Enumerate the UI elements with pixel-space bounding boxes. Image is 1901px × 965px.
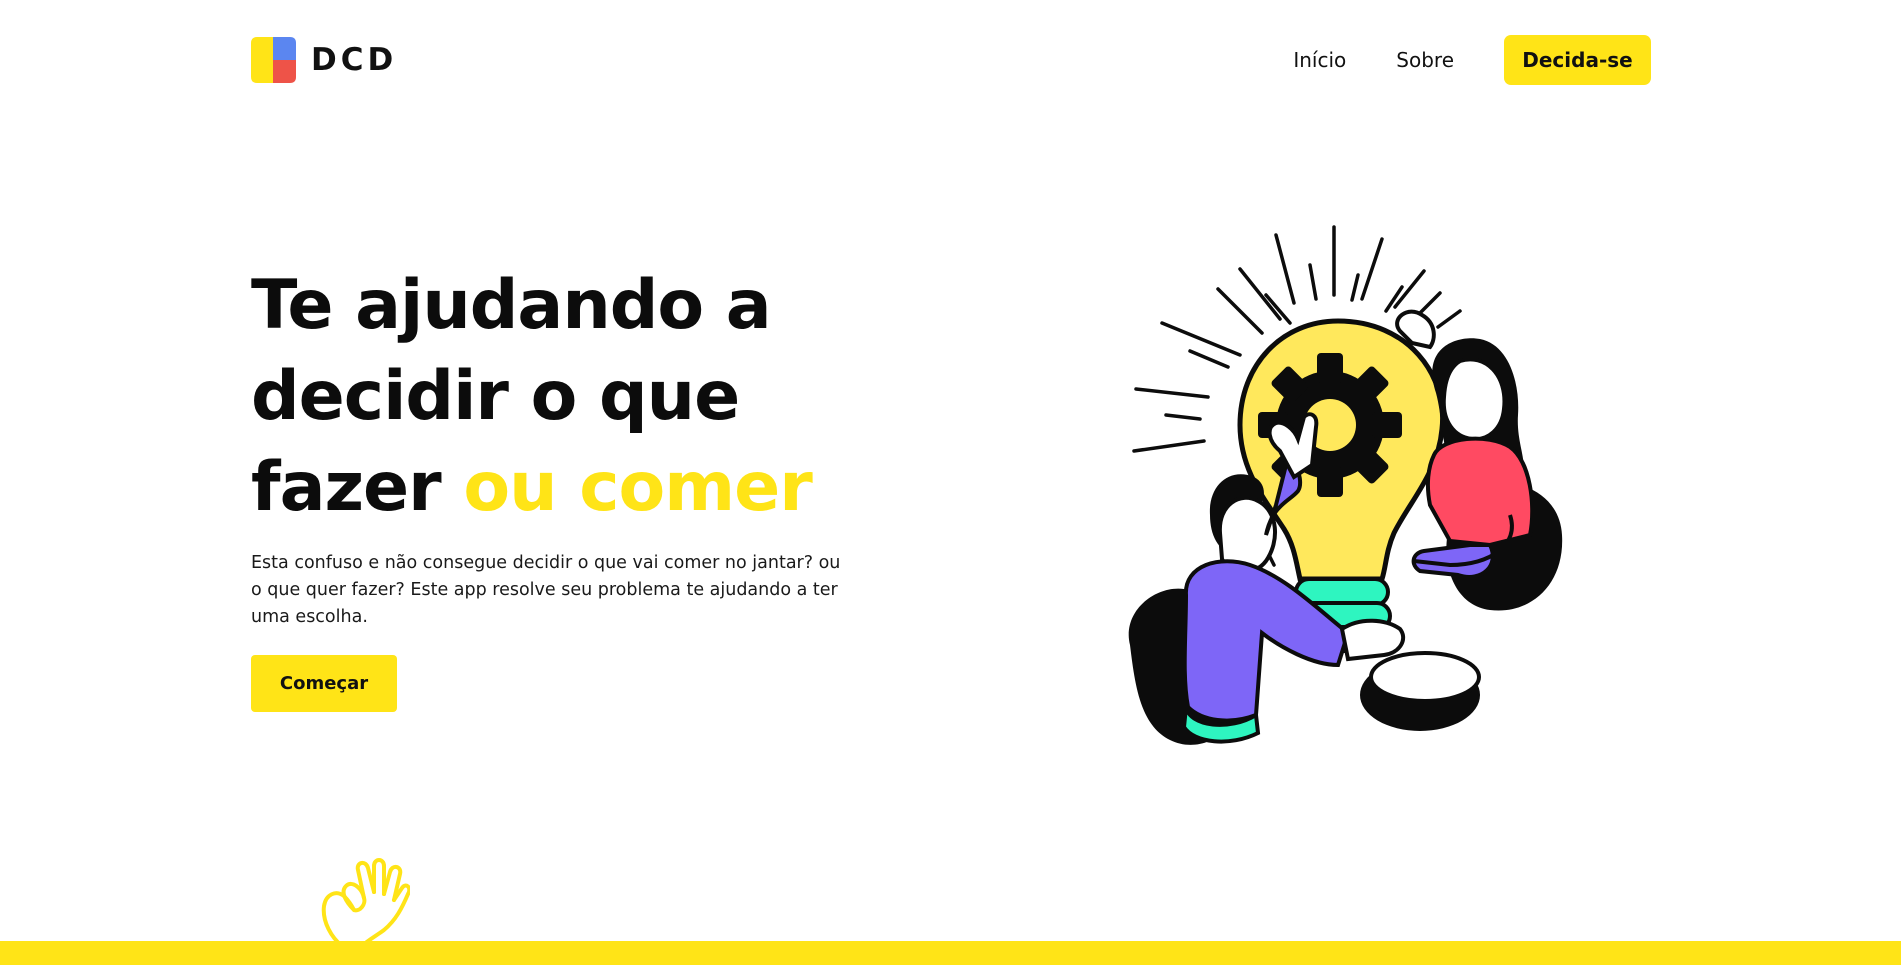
brand-name: DCD	[311, 42, 398, 78]
bottom-accent-bar	[0, 941, 1901, 965]
lightbulb-teamwork-illustration-icon	[1128, 225, 1563, 745]
brand-logo[interactable]: DCD	[251, 37, 397, 83]
decida-se-button[interactable]: Decida-se	[1504, 35, 1651, 85]
nav-link-sobre[interactable]: Sobre	[1396, 35, 1454, 85]
ok-hand-icon	[321, 858, 410, 948]
comecar-button[interactable]: Começar	[251, 655, 397, 712]
top-navbar: DCD Início Sobre Decida-se	[0, 0, 1901, 120]
nav-links: Início Sobre Decida-se	[1293, 35, 1651, 85]
color-blocks-logo-icon	[251, 37, 296, 83]
hero-title: Te ajudando a decidir o que fazer ou com…	[251, 260, 871, 533]
nav-link-inicio[interactable]: Início	[1293, 35, 1346, 85]
hero-description: Esta confuso e não consegue decidir o qu…	[251, 553, 841, 627]
hero-title-accent: ou comer	[463, 448, 812, 527]
